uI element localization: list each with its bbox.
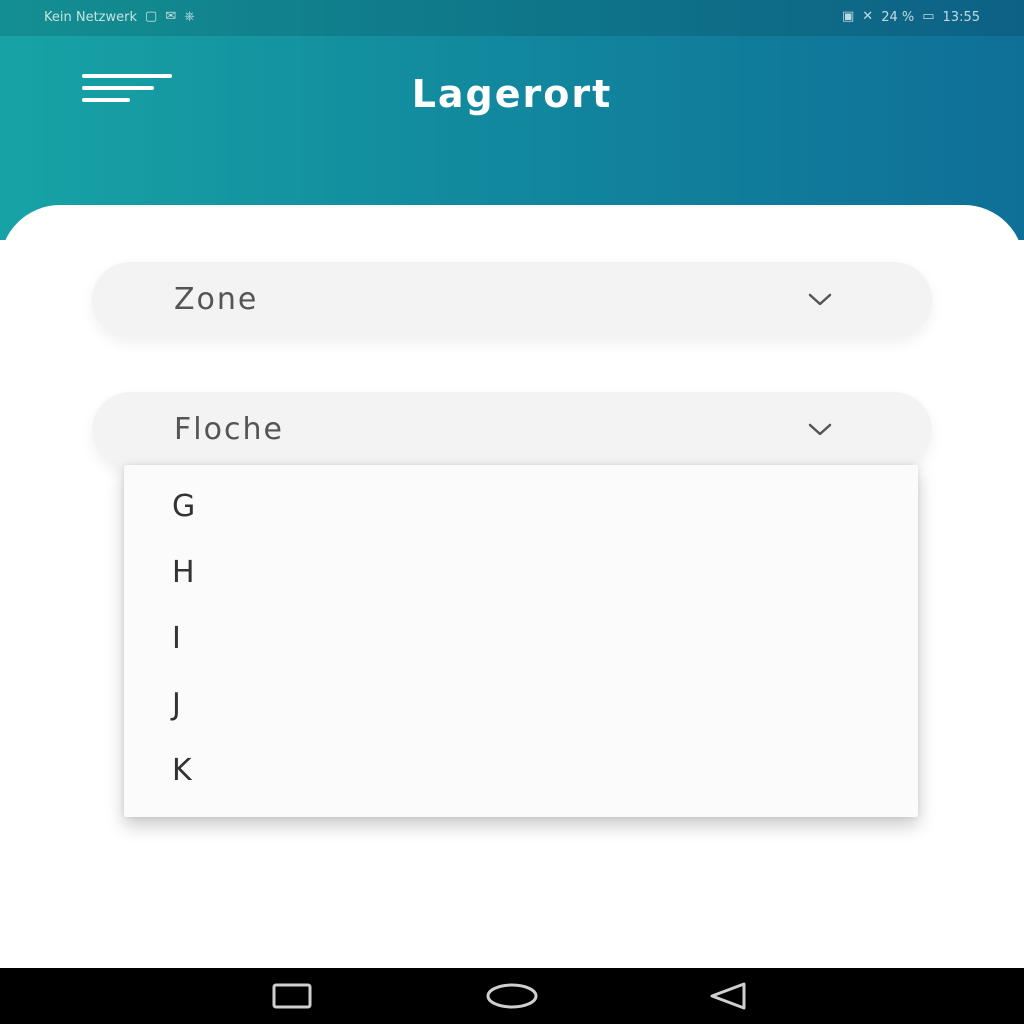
option-label: G <box>172 489 196 524</box>
floche-dropdown-menu: G H I J K <box>124 465 918 817</box>
zone-select[interactable]: Zone <box>92 262 932 338</box>
battery-icon: ▭ <box>922 9 935 24</box>
status-time: 13:55 <box>942 9 980 25</box>
battery-text: 24 % <box>881 9 915 25</box>
system-navigation-bar <box>0 968 1024 1024</box>
option-label: H <box>172 555 195 590</box>
sim-icon: ▢ <box>145 9 158 24</box>
notification-icon: ✉ <box>165 9 177 24</box>
option-label: J <box>172 687 181 722</box>
page-title: Lagerort <box>411 72 613 116</box>
floche-select-label: Floche <box>174 412 284 447</box>
screen: Kein Netzwerk ▢ ✉ ⎈ ▣ ✕ 24 % ▭ 13:55 Lag… <box>0 0 1024 1024</box>
chevron-down-icon <box>808 423 832 436</box>
status-bar: Kein Netzwerk ▢ ✉ ⎈ ▣ ✕ 24 % ▭ 13:55 <box>0 0 1024 36</box>
status-left: Kein Netzwerk ▢ ✉ ⎈ <box>44 9 195 25</box>
option-label: K <box>172 753 192 788</box>
zone-select-label: Zone <box>174 282 259 317</box>
recents-icon[interactable] <box>262 976 322 1016</box>
dropdown-option-k[interactable]: K <box>124 737 918 801</box>
app-header: Kein Netzwerk ▢ ✉ ⎈ ▣ ✕ 24 % ▭ 13:55 Lag… <box>0 0 1024 240</box>
dropdown-option-j[interactable]: J <box>124 671 918 735</box>
floche-select[interactable]: Floche <box>92 392 932 468</box>
status-right: ▣ ✕ 24 % ▭ 13:55 <box>842 9 980 25</box>
silent-icon: ✕ <box>862 9 874 24</box>
chevron-down-icon <box>808 293 832 306</box>
dropdown-option-i[interactable]: I <box>124 605 918 669</box>
back-icon[interactable] <box>700 976 760 1016</box>
carrier-text: Kein Netzwerk <box>44 9 138 25</box>
home-icon[interactable] <box>482 976 542 1016</box>
option-label: I <box>172 621 181 656</box>
dropdown-option-g[interactable]: G <box>124 473 918 537</box>
nfc-icon: ▣ <box>842 9 855 24</box>
usb-icon: ⎈ <box>184 9 195 24</box>
dropdown-option-h[interactable]: H <box>124 539 918 603</box>
